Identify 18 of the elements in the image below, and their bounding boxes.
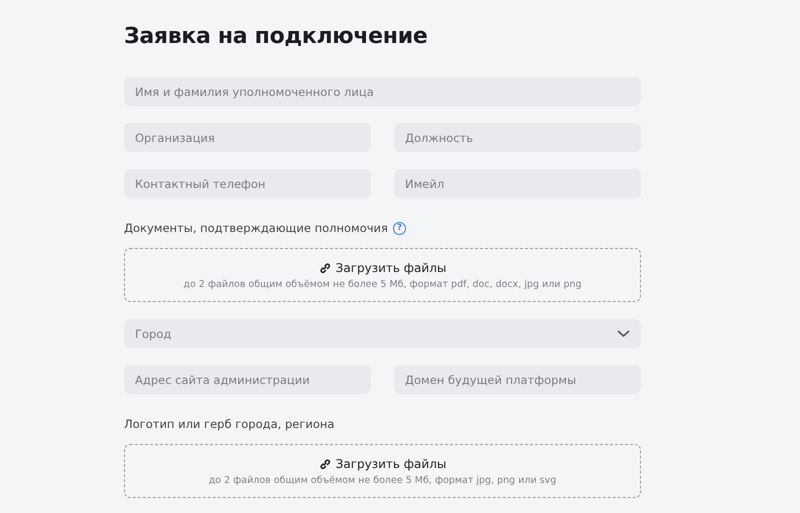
input-field[interactable]: Адрес сайта администрации bbox=[124, 365, 371, 394]
input-field[interactable]: Домен будущей платформы bbox=[394, 365, 641, 394]
field-label: Логотип или герб города, региона bbox=[124, 417, 334, 431]
file-drop-zone[interactable]: Загрузить файлы до 2 файлов общим объёмом не более 5 Мб, формат pdf, doc, docx, jpg или png bbox=[124, 248, 641, 302]
input-field[interactable]: Должность bbox=[394, 123, 641, 152]
upload-hint: до 2 файлов общим объёмом не более 5 Мб, формат jpg, png или svg bbox=[208, 474, 556, 486]
upload-button[interactable]: Загрузить файлы bbox=[318, 260, 446, 274]
upload-button[interactable]: Загрузить файлы bbox=[318, 456, 446, 470]
chevron-down-icon bbox=[617, 330, 630, 337]
input-field[interactable]: Имя и фамилия уполномоченного лица bbox=[124, 77, 641, 106]
input-field[interactable]: Организация bbox=[124, 123, 371, 152]
file-drop-zone[interactable]: Загрузить файлы до 2 файлов общим объёмом не более 5 Мб, формат jpg, png или svg bbox=[124, 444, 641, 498]
input-field[interactable]: Контактный телефон bbox=[124, 169, 371, 198]
input-field[interactable]: Имейл bbox=[394, 169, 641, 198]
help-icon[interactable]: ? bbox=[392, 222, 406, 234]
upload-hint: до 2 файлов общим объёмом не более 5 Мб, формат pdf, doc, docx, jpg или png bbox=[183, 278, 582, 290]
field-label: Документы, подтверждающие полномочия bbox=[124, 221, 388, 235]
page-title: Заявка на подключение bbox=[124, 24, 428, 49]
